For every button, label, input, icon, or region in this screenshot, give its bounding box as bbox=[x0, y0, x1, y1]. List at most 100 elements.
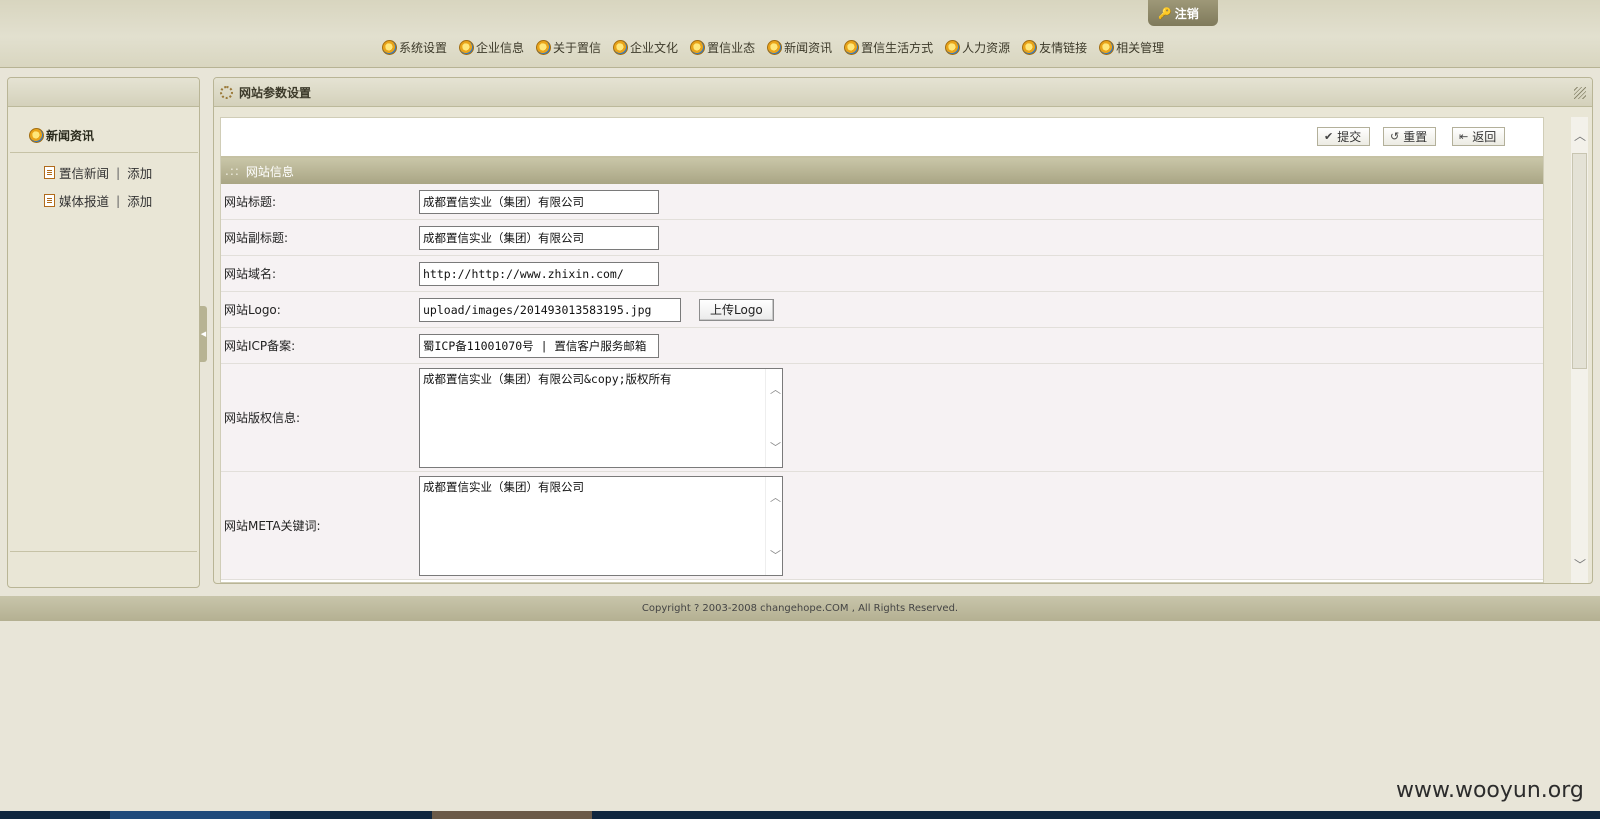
main-nav: 系统设置 企业信息 关于置信 企业文化 置信业态 新闻资讯 置信生活方式 人力资… bbox=[382, 39, 1176, 56]
separator: | bbox=[116, 165, 121, 180]
taskbar-item[interactable] bbox=[110, 811, 270, 819]
site-logo-input[interactable] bbox=[419, 297, 681, 322]
back-icon: ⇤ bbox=[1459, 130, 1469, 143]
sidebar-section-title: 新闻资讯 bbox=[29, 127, 94, 144]
back-label: 返回 bbox=[1472, 130, 1497, 144]
field-label: 网站副标题: bbox=[224, 231, 289, 245]
gear-icon bbox=[1099, 40, 1115, 55]
sidebar-item-add-link[interactable]: 添加 bbox=[127, 191, 152, 210]
gear-icon bbox=[382, 40, 397, 55]
page-title: 网站参数设置 bbox=[239, 85, 312, 100]
nav-label: 系统设置 bbox=[399, 41, 448, 55]
field-label: 网站版权信息: bbox=[224, 411, 301, 425]
nav-item-related[interactable]: 相关管理 bbox=[1099, 39, 1164, 56]
document-icon bbox=[44, 166, 55, 179]
nav-item-lifestyle[interactable]: 置信生活方式 bbox=[844, 39, 933, 56]
site-domain-input[interactable] bbox=[419, 261, 659, 286]
nav-item-system-settings[interactable]: 系统设置 bbox=[382, 39, 447, 56]
field-label: 网站META关键词: bbox=[224, 519, 321, 533]
section-title: 网站信息 bbox=[245, 164, 294, 179]
gear-icon bbox=[767, 40, 783, 55]
reset-button[interactable]: ↺ 重置 bbox=[1383, 127, 1437, 146]
separator: | bbox=[116, 193, 121, 208]
nav-item-company-info[interactable]: 企业信息 bbox=[459, 39, 524, 56]
nav-item-culture[interactable]: 企业文化 bbox=[613, 39, 678, 56]
chevron-up-icon[interactable]: ︿ bbox=[1574, 127, 1586, 144]
form-content: ✔提交 ↺重置 ⇤返回 .:: 网站信息 网站标题: 网站副标题: 网站域名: … bbox=[220, 117, 1544, 583]
gear-icon bbox=[690, 40, 706, 55]
form-row-title: 网站标题: bbox=[221, 184, 1543, 220]
taskbar bbox=[0, 811, 1600, 819]
copyright-text: Copyright ? 2003-2008 changehope.COM , A… bbox=[641, 603, 959, 614]
section-header: .:: 网站信息 bbox=[221, 156, 1543, 184]
footer: Copyright ? 2003-2008 changehope.COM , A… bbox=[0, 596, 1600, 621]
field-label: 网站标题: bbox=[224, 195, 277, 209]
chevron-up-icon: ︿ bbox=[770, 382, 781, 396]
submit-button[interactable]: ✔ 提交 bbox=[1317, 127, 1371, 146]
nav-label: 企业文化 bbox=[630, 41, 679, 55]
submit-label: 提交 bbox=[1337, 130, 1362, 144]
site-title-input[interactable] bbox=[419, 189, 659, 214]
nav-item-news[interactable]: 新闻资讯 bbox=[767, 39, 832, 56]
textarea-value: 成都置信实业（集团）有限公司 bbox=[423, 479, 584, 494]
reset-label: 重置 bbox=[1403, 130, 1428, 144]
sidebar-item-link[interactable]: 置信新闻 bbox=[59, 163, 109, 182]
form-row-logo: 网站Logo: 上传Logo bbox=[221, 292, 1543, 328]
field-label: 网站Logo: bbox=[224, 303, 281, 317]
nav-item-about[interactable]: 关于置信 bbox=[536, 39, 601, 56]
sidebar-item-add-link[interactable]: 添加 bbox=[127, 163, 152, 182]
sidebar-section-label: 新闻资讯 bbox=[46, 129, 95, 143]
sidebar-item-zhixin-news: 置信新闻 | 添加 bbox=[44, 163, 152, 182]
chevron-down-icon: ﹀ bbox=[770, 440, 781, 454]
logout-label: 注销 bbox=[1174, 6, 1199, 21]
site-icp-input[interactable] bbox=[419, 333, 659, 358]
form-row-domain: 网站域名: bbox=[221, 256, 1543, 292]
nav-label: 人力资源 bbox=[962, 41, 1011, 55]
top-header: 🔑 注销 系统设置 企业信息 关于置信 企业文化 置信业态 新闻资讯 置信生活方… bbox=[0, 0, 1600, 68]
settings-icon bbox=[220, 85, 233, 99]
textarea-value: 成都置信实业（集团）有限公司&copy;版权所有 bbox=[423, 371, 672, 386]
divider bbox=[10, 152, 198, 153]
gear-icon bbox=[536, 40, 552, 55]
form-row-subtitle: 网站副标题: bbox=[221, 220, 1543, 256]
resize-grip-icon[interactable] bbox=[1574, 87, 1586, 99]
textarea-scrollbar[interactable]: ︿ ﹀ bbox=[765, 368, 782, 467]
sidebar-item-media-reports: 媒体报道 | 添加 bbox=[44, 191, 152, 210]
taskbar-item[interactable] bbox=[432, 811, 592, 819]
sidebar-footer bbox=[10, 551, 197, 585]
section-dots: .:: bbox=[225, 164, 240, 178]
main-panel-header: 网站参数设置 bbox=[214, 78, 1592, 107]
field-label: 网站ICP备案: bbox=[224, 339, 296, 353]
nav-item-links[interactable]: 友情链接 bbox=[1022, 39, 1087, 56]
key-icon: 🔑 bbox=[1158, 6, 1172, 20]
form-toolbar: ✔ 提交 ↺ 重置 ⇤ 返回 bbox=[221, 118, 1543, 156]
site-subtitle-input[interactable] bbox=[419, 225, 659, 250]
nav-label: 企业信息 bbox=[476, 41, 525, 55]
nav-label: 置信业态 bbox=[707, 41, 756, 55]
nav-label: 关于置信 bbox=[553, 41, 602, 55]
gear-icon bbox=[945, 40, 961, 55]
site-copyright-textarea[interactable]: 成都置信实业（集团）有限公司&copy;版权所有 ︿ ﹀ bbox=[419, 367, 783, 468]
chevron-up-icon: ︿ bbox=[770, 490, 781, 504]
gear-icon bbox=[613, 40, 629, 55]
undo-icon: ↺ bbox=[1390, 130, 1400, 143]
logout-button[interactable]: 🔑 注销 bbox=[1148, 0, 1218, 26]
nav-label: 友情链接 bbox=[1039, 41, 1088, 55]
upload-logo-button[interactable]: 上传Logo bbox=[699, 298, 774, 321]
sidebar: 新闻资讯 置信新闻 | 添加 媒体报道 | 添加 bbox=[7, 77, 200, 588]
field-label: 网站域名: bbox=[224, 267, 277, 281]
scrollbar-thumb[interactable] bbox=[1572, 153, 1587, 369]
nav-item-hr[interactable]: 人力资源 bbox=[945, 39, 1010, 56]
form-row-meta-keywords: 网站META关键词: 成都置信实业（集团）有限公司 ︿ ﹀ bbox=[221, 472, 1543, 580]
content-scrollbar[interactable]: ︿ ﹀ bbox=[1571, 117, 1588, 583]
sidebar-header bbox=[8, 78, 199, 107]
document-icon bbox=[44, 194, 55, 207]
site-meta-keywords-textarea[interactable]: 成都置信实业（集团）有限公司 ︿ ﹀ bbox=[419, 475, 783, 576]
sidebar-item-link[interactable]: 媒体报道 bbox=[59, 191, 109, 210]
back-button[interactable]: ⇤ 返回 bbox=[1452, 127, 1506, 146]
gear-icon bbox=[1022, 40, 1038, 55]
sidebar-collapse-handle[interactable]: ◀ bbox=[200, 306, 207, 362]
nav-item-business[interactable]: 置信业态 bbox=[690, 39, 755, 56]
textarea-scrollbar[interactable]: ︿ ﹀ bbox=[765, 476, 782, 575]
chevron-down-icon[interactable]: ﹀ bbox=[1574, 556, 1586, 573]
